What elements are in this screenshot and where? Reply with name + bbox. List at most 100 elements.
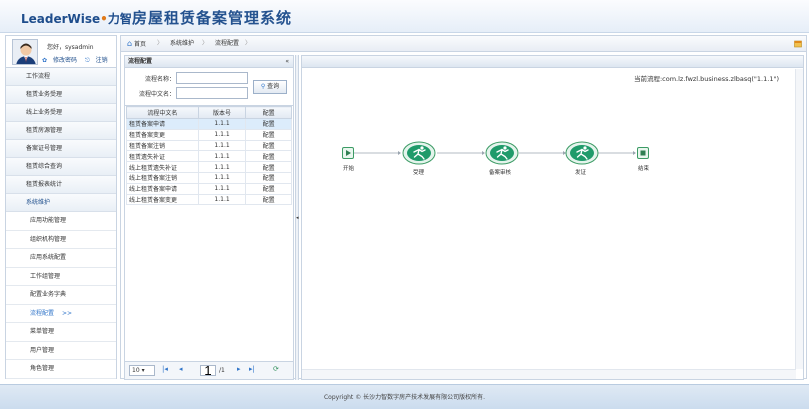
- page-number-input[interactable]: [200, 365, 216, 376]
- table-row[interactable]: 线上租赁备案注销 1.1.1 配置: [126, 171, 292, 184]
- col-header-config[interactable]: 配置: [245, 106, 292, 119]
- first-page-icon[interactable]: |◂: [162, 365, 168, 373]
- query-form: 流程名称： 流程中文名： ⚲ 查询: [125, 68, 293, 106]
- sidebar-subitem-users[interactable]: 用户管理: [6, 341, 116, 360]
- sidebar-subitem-functions[interactable]: 应用功能管理: [6, 212, 116, 231]
- user-box: 您好，sysadmin ✿ 修改密码 ⎋ 注销: [6, 36, 116, 68]
- change-password-link[interactable]: ✿ 修改密码: [42, 57, 81, 64]
- logout-icon: ⎋: [84, 57, 90, 64]
- config-link[interactable]: 配置: [245, 182, 292, 195]
- table-row[interactable]: 租赁备案变更 1.1.1 配置: [126, 128, 292, 141]
- logo-cn: 力智: [107, 12, 132, 26]
- flow-node-step3[interactable]: [565, 141, 599, 167]
- flow-name-input[interactable]: [176, 72, 248, 84]
- sidebar-subitem-flow-config[interactable]: 流程配置 >>: [6, 304, 116, 323]
- breadcrumb-separator: 〉: [202, 40, 209, 47]
- config-link[interactable]: 配置: [245, 118, 292, 130]
- flow-node-start-label: 开始: [343, 166, 355, 172]
- table-row[interactable]: 租赁备案注销 1.1.1 配置: [126, 139, 292, 152]
- sidebar-item-housing[interactable]: 租赁房源管理: [6, 122, 116, 140]
- col-header-version[interactable]: 版本号: [197, 106, 247, 119]
- breadcrumb-separator: 〉: [245, 40, 252, 47]
- gear-icon: ✿: [42, 57, 48, 64]
- flow-diagram-panel: 当前流程:com.lz.fwzl.business.zlbasq("1.1.1"…: [301, 55, 804, 380]
- table-row[interactable]: 线上租赁遗失补证 1.1.1 配置: [126, 161, 292, 173]
- refresh-icon[interactable]: ⟳: [273, 365, 279, 373]
- flow-name-label: 流程名称：: [144, 76, 175, 83]
- cell-name: 租赁备案变更: [126, 128, 199, 141]
- prev-page-icon[interactable]: ◂: [179, 365, 183, 373]
- sidebar-subitem-flow-config-label: 流程配置: [30, 309, 55, 317]
- sidebar-item-system[interactable]: 系统维护: [6, 194, 116, 212]
- runner-icon: [485, 141, 519, 165]
- search-icon: ⚲: [260, 83, 266, 90]
- sidebar-item-online-business[interactable]: 线上业务受理: [6, 104, 116, 122]
- logout-link[interactable]: ⎋ 注销: [85, 57, 112, 64]
- arrowhead: [398, 151, 401, 155]
- user-actions: ✿ 修改密码 ⎋ 注销: [42, 55, 116, 65]
- table-row[interactable]: 租赁备案申请 1.1.1 配置: [126, 118, 292, 130]
- sidebar-item-workflow[interactable]: 工作流程: [6, 68, 116, 86]
- config-link[interactable]: 配置: [245, 161, 292, 173]
- flow-connectors: [354, 151, 636, 155]
- flow-node-step1[interactable]: [402, 141, 436, 167]
- breadcrumb-home[interactable]: ⌂ 首页: [127, 36, 146, 52]
- collapse-icon[interactable]: «: [285, 56, 289, 68]
- flow-table: 流程中文名 版本号 配置 租赁备案申请 1.1.1 配置 租赁备案变更 1.1.1 配置…: [126, 106, 292, 206]
- config-link[interactable]: 配置: [245, 171, 292, 184]
- home-icon: ⌂: [127, 39, 133, 48]
- sidebar-subitem-org[interactable]: 组织机构管理: [6, 230, 116, 249]
- cell-version: 1.1.1: [197, 118, 247, 130]
- table-row[interactable]: 线上租赁备案变更 1.1.1 配置: [126, 193, 292, 206]
- footer: Copyright © 长沙力智数字房产技术发展有限公司版权所有.: [0, 384, 809, 409]
- sidebar-subitem-dictionary[interactable]: 配置业务字典: [6, 286, 116, 305]
- flow-node-step2[interactable]: [485, 141, 519, 167]
- tool-icon[interactable]: [794, 40, 802, 48]
- query-button[interactable]: ⚲ 查询: [253, 80, 287, 94]
- breadcrumb: ⌂ 首页 〉 系统维护 〉 流程配置 〉: [121, 36, 806, 52]
- flow-cn-label: 流程中文名：: [138, 91, 175, 98]
- cell-name: 线上租赁遗失补证: [126, 161, 199, 173]
- flow-node-step1-label: 受理: [413, 170, 425, 176]
- cell-name: 线上租赁备案申请: [126, 182, 199, 195]
- logo-main: LeaderWise: [21, 12, 101, 26]
- flow-node-end-label: 结束: [638, 166, 650, 172]
- cell-name: 线上租赁备案注销: [126, 171, 199, 184]
- sidebar-subitem-app-config[interactable]: 应用系统配置: [6, 249, 116, 268]
- page-size-select[interactable]: 10 ▾: [129, 365, 155, 376]
- panel-splitter[interactable]: ◂: [295, 55, 299, 380]
- col-header-name[interactable]: 流程中文名: [126, 106, 199, 119]
- table-row[interactable]: 租赁遗失补证 1.1.1 配置: [126, 150, 292, 163]
- runner-icon: [402, 141, 436, 165]
- last-page-icon[interactable]: ▸|: [249, 365, 255, 373]
- breadcrumb-level2[interactable]: 流程配置: [215, 36, 239, 52]
- next-page-icon[interactable]: ▸: [237, 365, 241, 373]
- table-row[interactable]: 线上租赁备案申请 1.1.1 配置: [126, 182, 292, 195]
- sidebar-subitem-workgroup[interactable]: 工作组管理: [6, 267, 116, 286]
- sidebar-item-record-number[interactable]: 备案证号管理: [6, 140, 116, 158]
- user-greeting: 您好，sysadmin: [47, 44, 94, 51]
- sidebar-item-reports[interactable]: 租赁报表统计: [6, 176, 116, 194]
- sidebar-subitem-menu[interactable]: 菜单管理: [6, 323, 116, 342]
- horizontal-scrollbar[interactable]: [302, 369, 796, 379]
- play-icon: [342, 147, 354, 159]
- config-link[interactable]: 配置: [245, 139, 292, 152]
- flow-cn-input[interactable]: [176, 87, 248, 99]
- cell-version: 1.1.1: [197, 193, 247, 206]
- flow-node-end[interactable]: [637, 147, 649, 161]
- sidebar-subitem-roles[interactable]: 角色管理: [6, 360, 116, 379]
- config-link[interactable]: 配置: [245, 128, 292, 141]
- logo-dot: •: [100, 12, 108, 26]
- sidebar-item-query[interactable]: 租赁综合查询: [6, 158, 116, 176]
- cell-name: 租赁备案申请: [126, 118, 199, 130]
- vertical-scrollbar[interactable]: [795, 69, 803, 369]
- logout-label: 注销: [95, 57, 108, 64]
- flow-node-start[interactable]: [342, 147, 354, 161]
- flow-list-panel-title: 流程配置: [128, 58, 153, 65]
- config-link[interactable]: 配置: [245, 193, 292, 206]
- sidebar-item-lease-business[interactable]: 租赁业务受理: [6, 86, 116, 104]
- config-link[interactable]: 配置: [245, 150, 292, 163]
- breadcrumb-level1[interactable]: 系统维护: [170, 36, 194, 52]
- change-password-label: 修改密码: [52, 57, 77, 64]
- stop-icon: [637, 147, 649, 159]
